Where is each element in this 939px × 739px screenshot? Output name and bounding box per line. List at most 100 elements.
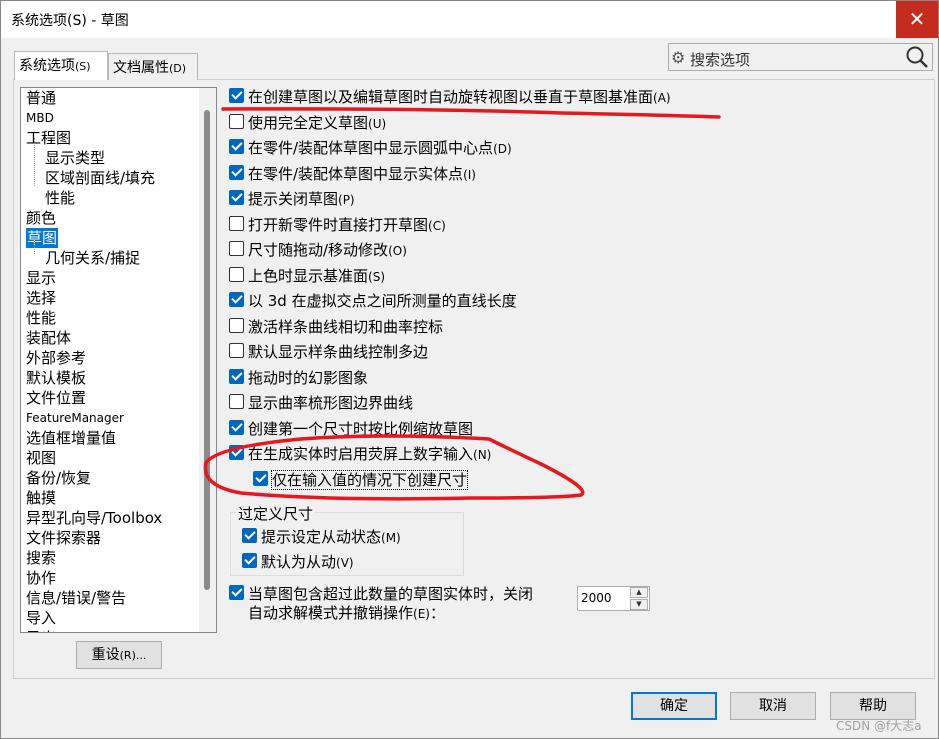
option-checkbox[interactable] [229,190,244,205]
tree-item[interactable]: 视图 [26,448,56,468]
option-checkbox[interactable] [229,420,244,435]
tree-item[interactable]: 草图 [26,228,59,248]
overdefine-option[interactable]: 默认为从动(V) [242,552,354,574]
option-checkbox[interactable] [229,267,244,282]
tree-item[interactable]: 外部参考 [26,348,86,368]
tree-item[interactable]: 工程图 [26,128,71,148]
option-hotkey: (C) [428,219,446,233]
options-dialog: 系统选项(S) - 草图 ✕ 系统选项(S) 文档属性(D) ⚙ 搜索选项 导出… [0,0,939,739]
option-checkbox[interactable] [229,165,244,180]
option-hotkey: (D) [493,142,512,156]
option-label: 打开新零件时直接打开草图 [248,216,429,234]
tree-item[interactable]: 显示 [26,268,56,288]
tree-item[interactable]: 触摸 [26,488,56,508]
option-row[interactable]: 在创建草图以及编辑草图时自动旋转视图以垂直于草图基准面(A) [229,87,671,109]
option-checkbox[interactable] [229,318,244,333]
option-row[interactable]: 在零件/装配体草图中显示实体点(I) [229,164,476,186]
option-checkbox[interactable] [229,216,244,231]
tree-guide-line [34,138,35,186]
search-icon[interactable] [905,45,929,73]
tree-scrollbar[interactable] [199,88,216,632]
option-row[interactable]: 上色时显示基准面(S) [229,266,385,288]
option-label: 创建第一个尺寸时按比例缩放草图 [248,420,474,438]
tree-item[interactable]: 文件探索器 [26,528,101,548]
option-row[interactable]: 显示曲率梳形图边界曲线 [229,393,413,415]
option-checkbox[interactable] [242,528,257,543]
option-checkbox[interactable] [229,445,244,460]
search-input[interactable]: ⚙ 搜索选项 [668,43,933,71]
tree-item[interactable]: 选择 [26,288,56,308]
spin-up-icon[interactable]: ▲ [630,587,648,598]
tree-item[interactable]: 区域剖面线/填充 [45,168,155,188]
tree-item[interactable]: 搜索 [26,548,56,568]
limit-option[interactable]: 当草图包含超过此数量的草图实体时，关闭 自动求解模式并撤销操作(E)： [229,585,533,624]
option-hotkey: (P) [338,193,355,207]
cancel-button[interactable]: 取消 [730,692,816,720]
entity-limit-stepper[interactable]: 2000 ▲ ▼ [577,586,650,611]
option-checkbox[interactable] [229,114,244,129]
ok-button[interactable]: 确定 [631,692,717,720]
tree-item[interactable]: 备份/恢复 [26,468,91,488]
category-tree[interactable]: 导出导入信息/错误/警告协作搜索文件探索器异型孔向导/Toolbox触摸备份/恢… [20,87,217,633]
option-label: 默认显示样条曲线控制多边 [248,343,429,361]
option-checkbox[interactable] [229,394,244,409]
limit-checkbox[interactable] [229,585,244,600]
option-checkbox[interactable] [229,343,244,358]
tree-item[interactable]: 导入 [26,608,56,628]
tab-system-options[interactable]: 系统选项(S) [14,51,108,80]
search-placeholder: 搜索选项 [690,51,751,69]
option-checkbox[interactable] [229,88,244,103]
help-button[interactable]: 帮助 [830,692,916,720]
tree-item[interactable]: 异型孔向导/Toolbox [26,508,162,528]
tab-hotkey: (D) [169,62,187,75]
tree-scroll-thumb[interactable] [204,110,210,590]
tree-item[interactable]: 协作 [26,568,56,588]
option-row[interactable]: 拖动时的幻影图象 [229,368,368,390]
tree-item[interactable]: 颜色 [26,208,56,228]
option-row[interactable]: 提示关闭草图(P) [229,189,355,211]
tree-item[interactable]: 装配体 [26,328,71,348]
tree-guide-line [34,238,35,254]
tree-item[interactable]: 性能 [26,308,56,328]
option-label: 在创建草图以及编辑草图时自动旋转视图以垂直于草图基准面 [248,88,654,106]
option-checkbox[interactable] [229,292,244,307]
tree-item[interactable]: 性能 [45,188,75,208]
tree-item[interactable]: 几何关系/捕捉 [45,248,140,268]
reset-button[interactable]: 重设(R)... [76,641,162,669]
option-label: 仅在输入值的情况下创建尺寸 [270,470,469,490]
tree-item[interactable]: 显示类型 [45,148,105,168]
option-row[interactable]: 仅在输入值的情况下创建尺寸 [253,470,469,492]
spin-down-icon[interactable]: ▼ [630,599,648,610]
tree-item[interactable]: 文件位置 [26,388,86,408]
tab-document-properties[interactable]: 文档属性(D) [108,53,198,80]
option-checkbox[interactable] [242,553,257,568]
option-row[interactable]: 尺寸随拖动/移动修改(O) [229,240,407,262]
option-row[interactable]: 创建第一个尺寸时按比例缩放草图 [229,419,473,441]
tree-item[interactable]: FeatureManager [26,408,124,428]
reset-hotkey: (R)... [119,649,147,662]
limit-hotkey: (E) [413,607,430,621]
entity-limit-value[interactable]: 2000 [581,591,612,605]
option-hotkey: (I) [463,168,476,182]
option-row[interactable]: 激活样条曲线相切和曲率控标 [229,317,443,339]
tree-item[interactable]: 信息/错误/警告 [26,588,126,608]
tree-item[interactable]: MBD [26,108,54,128]
option-hotkey: (M) [381,531,401,545]
option-row[interactable]: 打开新零件时直接打开草图(C) [229,215,446,237]
overdefine-option[interactable]: 提示设定从动状态(M) [242,527,401,549]
option-row[interactable]: 以 3d 在虚拟交点之间所测量的直线长度 [229,291,517,313]
option-row[interactable]: 在生成实体时启用荧屏上数字输入(N) [229,444,491,466]
option-row[interactable]: 在零件/装配体草图中显示圆弧中心点(D) [229,138,512,160]
tree-item[interactable]: 选值框增量值 [26,428,116,448]
gear-icon[interactable]: ⚙ [671,48,685,67]
option-checkbox[interactable] [229,139,244,154]
close-button[interactable]: ✕ [896,1,938,38]
option-row[interactable]: 默认显示样条曲线控制多边 [229,342,428,364]
tree-item[interactable]: 普通 [26,88,56,108]
option-checkbox[interactable] [253,471,268,486]
option-checkbox[interactable] [229,369,244,384]
tree-item[interactable]: 导出 [26,628,56,632]
option-row[interactable]: 使用完全定义草图(U) [229,113,386,135]
option-checkbox[interactable] [229,241,244,256]
tree-item[interactable]: 默认模板 [26,368,86,388]
